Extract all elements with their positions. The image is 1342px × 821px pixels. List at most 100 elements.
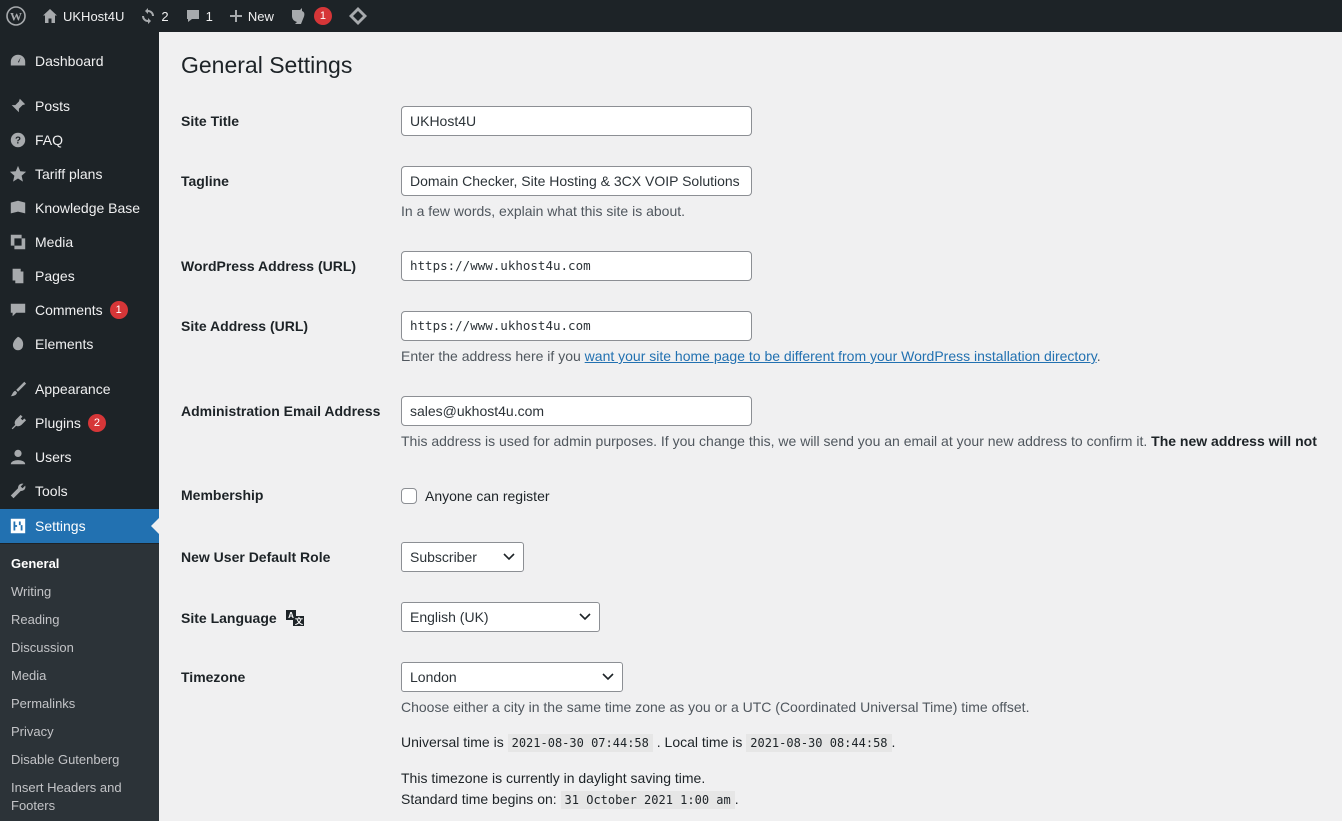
site-address-desc-text: Enter the address here if you	[401, 348, 585, 364]
menu-comments[interactable]: Comments 1	[0, 293, 159, 327]
wordpress-logo-button[interactable]: W	[0, 0, 34, 32]
menu-elements[interactable]: Elements	[0, 327, 159, 361]
admin-email-input[interactable]: sales@ukhost4u.com	[401, 396, 752, 426]
menu-label: Media	[35, 234, 74, 250]
settings-submenu: General Writing Reading Discussion Media…	[0, 544, 159, 821]
menu-faq[interactable]: ? FAQ	[0, 123, 159, 157]
menu-label: Posts	[35, 98, 71, 114]
site-language-label: Site Language A文	[181, 609, 305, 627]
admin-sidebar: Dashboard Posts ? FAQ Tariff plans Knowl…	[0, 32, 159, 821]
menu-label: Tools	[35, 483, 68, 499]
submenu-writing[interactable]: Writing	[11, 583, 151, 601]
svg-text:A: A	[288, 611, 294, 620]
menu-knowledge-base[interactable]: Knowledge Base	[0, 191, 159, 225]
menu-users[interactable]: Users	[0, 440, 159, 474]
media-icon	[0, 233, 35, 251]
menu-media[interactable]: Media	[0, 225, 159, 259]
tagline-input[interactable]: Domain Checker, Site Hosting & 3CX VOIP …	[401, 166, 752, 196]
menu-plugins[interactable]: Plugins 2	[0, 406, 159, 440]
plug-icon	[0, 414, 35, 432]
local-label: . Local time is	[656, 734, 743, 750]
submenu-general[interactable]: General	[11, 555, 151, 573]
site-address-desc-end: .	[1096, 348, 1101, 364]
std-time-value: 31 October 2021 1:00 am	[560, 791, 735, 809]
utc-time-value: 2021-08-30 07:44:58	[507, 734, 653, 752]
menu-label: Tariff plans	[35, 166, 103, 182]
admin-email-label: Administration Email Address	[181, 403, 381, 419]
std-end: .	[734, 791, 739, 807]
site-address-input[interactable]: https://www.ukhost4u.com	[401, 311, 752, 341]
site-address-label: Site Address (URL)	[181, 318, 309, 334]
site-address-help-link[interactable]: want your site home page to be different…	[585, 348, 1097, 364]
menu-tools[interactable]: Tools	[0, 474, 159, 508]
svg-text:文: 文	[295, 616, 304, 626]
submenu-reading[interactable]: Reading	[11, 611, 151, 629]
default-role-value: Subscriber	[410, 549, 477, 565]
tagline-label: Tagline	[181, 173, 229, 189]
elements-icon	[0, 335, 35, 353]
page-title: General Settings	[181, 52, 353, 78]
site-language-value: English (UK)	[410, 609, 489, 625]
star-icon	[0, 165, 35, 183]
chevron-down-icon	[579, 613, 591, 621]
site-language-label-text: Site Language	[181, 610, 277, 626]
page-icon	[0, 267, 35, 285]
comments-badge: 1	[109, 301, 128, 319]
menu-label: Plugins	[35, 415, 81, 431]
submenu-permalinks[interactable]: Permalinks	[11, 695, 151, 713]
site-language-select[interactable]: English (UK)	[401, 602, 600, 632]
membership-checkbox-label[interactable]: Anyone can register	[425, 488, 550, 504]
utc-label: Universal time is	[401, 734, 504, 750]
diamond-plugin-link[interactable]	[340, 0, 376, 32]
brush-icon	[0, 380, 35, 398]
wp-address-label: WordPress Address (URL)	[181, 258, 357, 274]
site-title-input[interactable]: UKHost4U	[401, 106, 752, 136]
default-role-label: New User Default Role	[181, 549, 331, 565]
yoast-link[interactable]: 1	[282, 0, 340, 32]
menu-appearance[interactable]: Appearance	[0, 372, 159, 406]
local-end: .	[891, 734, 896, 750]
submenu-insert-headers-footers[interactable]: Insert Headers and Footers	[11, 779, 151, 815]
site-name-label: UKHost4U	[63, 8, 125, 24]
std-label: Standard time begins on:	[401, 791, 557, 807]
menu-label: Comments	[35, 302, 103, 318]
help-icon: ?	[0, 131, 35, 149]
menu-label: Knowledge Base	[35, 200, 141, 216]
admin-email-description: This address is used for admin purposes.…	[401, 433, 1317, 449]
plus-icon	[229, 10, 242, 22]
menu-tariff-plans[interactable]: Tariff plans	[0, 157, 159, 191]
site-name-link[interactable]: UKHost4U	[34, 0, 132, 32]
submenu-discussion[interactable]: Discussion	[11, 639, 151, 657]
site-address-description: Enter the address here if you want your …	[401, 348, 1101, 364]
updates-link[interactable]: 2	[132, 0, 176, 32]
submenu-privacy[interactable]: Privacy	[11, 723, 151, 741]
dst-status: This timezone is currently in daylight s…	[401, 770, 706, 786]
menu-dashboard[interactable]: Dashboard	[0, 44, 159, 78]
menu-pages[interactable]: Pages	[0, 259, 159, 293]
membership-checkbox[interactable]	[401, 488, 417, 504]
default-role-select[interactable]: Subscriber	[401, 542, 524, 572]
timezone-label: Timezone	[181, 669, 246, 685]
chevron-down-icon	[503, 553, 515, 561]
comments-count: 1	[205, 8, 213, 24]
time-readout: Universal time is 2021-08-30 07:44:58 . …	[401, 734, 896, 752]
admin-bar: W UKHost4U 2 1 New 1	[0, 0, 1342, 32]
timezone-select[interactable]: London	[401, 662, 623, 692]
menu-posts[interactable]: Posts	[0, 89, 159, 123]
comments-link[interactable]: 1	[177, 0, 221, 32]
menu-settings[interactable]: Settings	[0, 509, 159, 543]
wp-address-input[interactable]: https://www.ukhost4u.com	[401, 251, 752, 281]
standard-time-readout: Standard time begins on: 31 October 2021…	[401, 791, 739, 809]
yoast-icon	[291, 8, 305, 24]
menu-label: Users	[35, 449, 72, 465]
book-icon	[0, 199, 35, 217]
submenu-media[interactable]: Media	[11, 667, 151, 685]
admin-email-desc-text: This address is used for admin purposes.…	[401, 433, 1152, 449]
submenu-disable-gutenberg[interactable]: Disable Gutenberg	[11, 751, 151, 769]
svg-text:W: W	[10, 10, 22, 24]
home-icon	[43, 9, 57, 23]
local-time-value: 2021-08-30 08:44:58	[746, 734, 892, 752]
plugins-badge: 2	[87, 414, 106, 432]
new-content-link[interactable]: New	[221, 0, 282, 32]
tagline-description: In a few words, explain what this site i…	[401, 203, 686, 219]
